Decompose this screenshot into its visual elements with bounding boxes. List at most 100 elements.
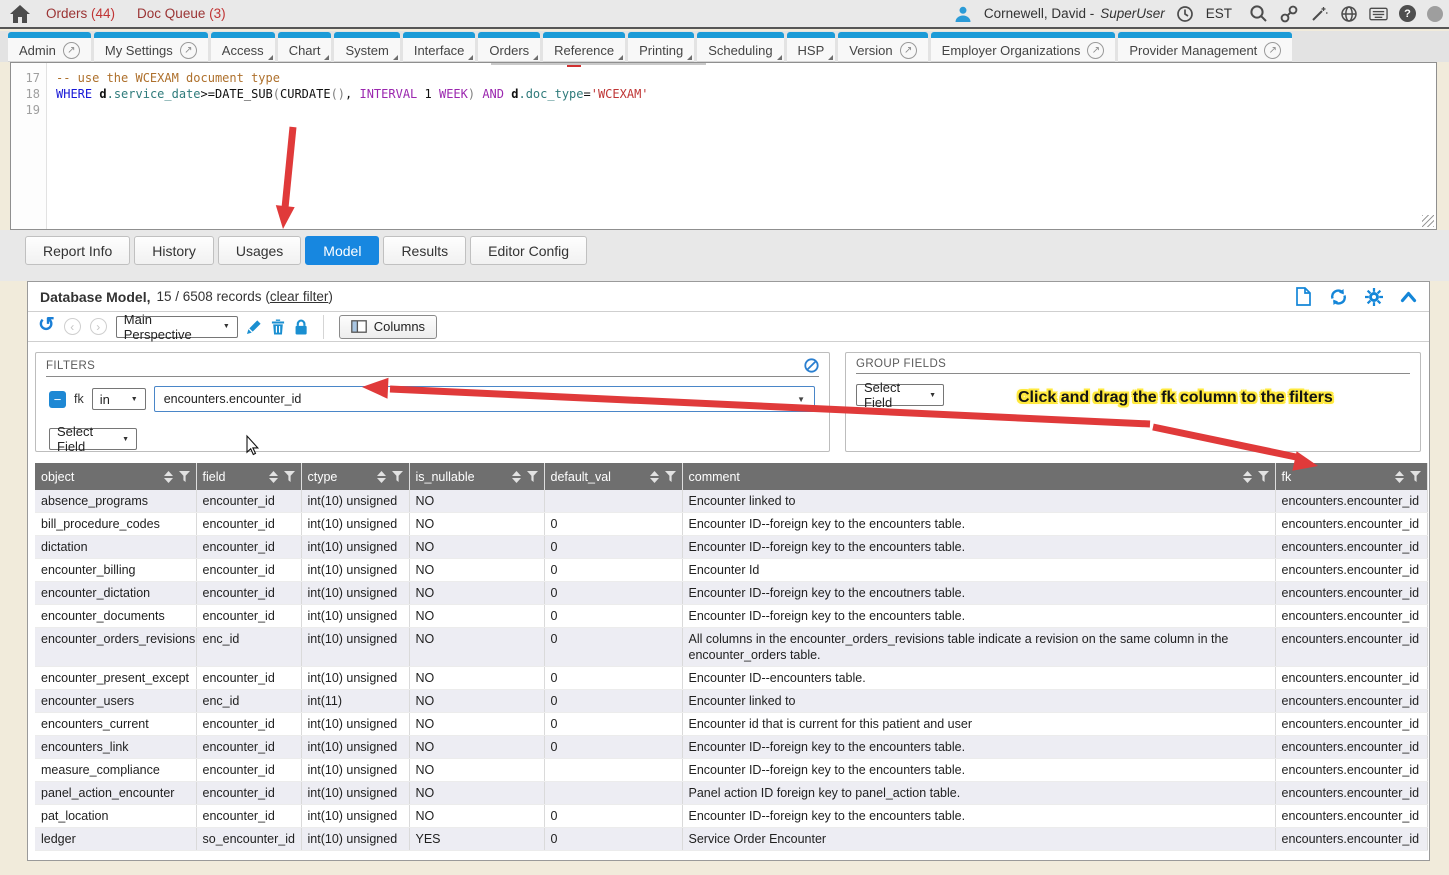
col-header-comment[interactable]: comment [682, 463, 1275, 490]
nav-tab-admin[interactable]: Admin↗ [8, 32, 91, 62]
table-row[interactable]: pat_location encounter_id int(10) unsign… [35, 805, 1427, 828]
table-row[interactable]: encounters_current encounter_id int(10) … [35, 713, 1427, 736]
filter-icon[interactable] [179, 471, 190, 482]
cell-comment: Encounter id that is current for this pa… [682, 713, 1275, 736]
filter-icon[interactable] [392, 471, 403, 482]
sort-icon[interactable] [1243, 471, 1252, 483]
clear-filters-icon[interactable] [804, 358, 819, 373]
nav-tab-reference[interactable]: Reference [543, 32, 625, 62]
refresh-icon[interactable] [1329, 288, 1348, 306]
gear-icon[interactable] [1365, 288, 1383, 306]
editor-resize-handle[interactable] [1422, 215, 1434, 227]
help-icon[interactable]: ? [1399, 5, 1416, 22]
sort-icon[interactable] [650, 471, 659, 483]
lock-icon[interactable] [294, 319, 308, 335]
sort-icon[interactable] [269, 471, 278, 483]
topbar-link-orders[interactable]: Orders (44) [46, 6, 115, 21]
nav-tab-printing[interactable]: Printing [628, 32, 694, 62]
filter-icon[interactable] [1258, 471, 1269, 482]
table-row[interactable]: encounter_dictation encounter_id int(10)… [35, 582, 1427, 605]
external-link-icon[interactable]: ↗ [63, 42, 80, 59]
prev-icon[interactable]: ‹ [64, 318, 81, 335]
cell-default-val: 0 [544, 582, 682, 605]
col-header-is-nullable[interactable]: is_nullable [409, 463, 544, 490]
external-link-icon[interactable]: ↗ [900, 42, 917, 59]
nav-tab-chart[interactable]: Chart [278, 32, 332, 62]
nav-tab-employer-organizations[interactable]: Employer Organizations↗ [931, 32, 1116, 62]
filter-icon[interactable] [284, 471, 295, 482]
perspective-select[interactable]: Main Perspective▼ [116, 316, 238, 338]
sort-icon[interactable] [512, 471, 521, 483]
external-link-icon[interactable]: ↗ [180, 42, 197, 59]
nav-tab-hsp[interactable]: HSP [787, 32, 836, 62]
filter-value-input[interactable]: encounters.encounter_id▼ [154, 386, 815, 412]
user-name[interactable]: Cornewell, David - SuperUser [984, 6, 1165, 21]
cell-fk: encounters.encounter_id [1275, 605, 1427, 628]
col-header-object[interactable]: object [35, 463, 196, 490]
new-document-icon[interactable] [1295, 287, 1312, 306]
tab-usages[interactable]: Usages [218, 236, 301, 265]
table-row[interactable]: absence_programs encounter_id int(10) un… [35, 490, 1427, 513]
nav-tab-version[interactable]: Version↗ [838, 32, 927, 62]
col-header-default-val[interactable]: default_val [544, 463, 682, 490]
table-row[interactable]: encounter_present_except encounter_id in… [35, 667, 1427, 690]
wand-icon[interactable] [1309, 4, 1328, 23]
sort-icon[interactable] [164, 471, 173, 483]
tab-editor-config[interactable]: Editor Config [470, 236, 587, 265]
table-row[interactable]: bill_procedure_codes encounter_id int(10… [35, 513, 1427, 536]
filter-icon[interactable] [1410, 471, 1421, 482]
table-row[interactable]: dictation encounter_id int(10) unsigned … [35, 536, 1427, 559]
next-icon[interactable]: › [90, 318, 107, 335]
table-body: absence_programs encounter_id int(10) un… [35, 490, 1427, 851]
error-underline [567, 65, 581, 67]
filter-icon[interactable] [527, 471, 538, 482]
col-header-ctype[interactable]: ctype [301, 463, 409, 490]
table-row[interactable]: encounter_documents encounter_id int(10)… [35, 605, 1427, 628]
undo-icon[interactable]: ↺ [38, 315, 55, 335]
sort-icon[interactable] [377, 471, 386, 483]
keyboard-icon[interactable] [1369, 4, 1388, 23]
delete-icon[interactable] [271, 319, 285, 335]
external-link-icon[interactable]: ↗ [1087, 42, 1104, 59]
nav-tab-system[interactable]: System [334, 32, 399, 62]
columns-button[interactable]: Columns [339, 315, 437, 339]
nav-tab-my-settings[interactable]: My Settings↗ [94, 32, 208, 62]
clear-filter-link[interactable]: clear filter [270, 289, 329, 304]
home-icon[interactable] [10, 5, 30, 23]
table-row[interactable]: encounter_billing encounter_id int(10) u… [35, 559, 1427, 582]
collapse-icon[interactable] [1400, 291, 1417, 303]
nav-tab-orders[interactable]: Orders [478, 32, 540, 62]
tab-model[interactable]: Model [305, 236, 379, 265]
filter-operator-select[interactable]: in▼ [92, 388, 146, 410]
edit-icon[interactable] [247, 319, 262, 334]
filter-icon[interactable] [665, 471, 676, 482]
col-header-field[interactable]: field [196, 463, 301, 490]
table-row[interactable]: encounter_users enc_id int(11) NO 0 Enco… [35, 690, 1427, 713]
tab-results[interactable]: Results [383, 236, 466, 265]
nav-tab-scheduling[interactable]: Scheduling [697, 32, 783, 62]
remove-filter-button[interactable]: − [49, 391, 66, 408]
nav-tab-interface[interactable]: Interface [403, 32, 476, 62]
table-row[interactable]: panel_action_encounter encounter_id int(… [35, 782, 1427, 805]
sql-editor[interactable]: 17 18 19 -- use the WCEXAM document type… [10, 62, 1437, 230]
nav-tab-access[interactable]: Access [211, 32, 275, 62]
sort-icon[interactable] [1395, 471, 1404, 483]
search-icon[interactable] [1249, 4, 1268, 23]
external-link-icon[interactable]: ↗ [1264, 42, 1281, 59]
tab-report-info[interactable]: Report Info [25, 236, 130, 265]
globe-icon[interactable] [1339, 4, 1358, 23]
link-icon[interactable] [1279, 4, 1298, 23]
code-line-17: -- use the WCEXAM document type [56, 71, 280, 85]
table-row[interactable]: measure_compliance encounter_id int(10) … [35, 759, 1427, 782]
nav-tab-provider-management[interactable]: Provider Management↗ [1118, 32, 1292, 62]
clock-icon[interactable] [1176, 4, 1195, 23]
table-row[interactable]: encounters_link encounter_id int(10) uns… [35, 736, 1427, 759]
columns-icon [351, 320, 367, 333]
group-field-select[interactable]: Select Field▼ [856, 384, 944, 406]
table-row[interactable]: encounter_orders_revisions enc_id int(10… [35, 628, 1427, 667]
col-header-fk[interactable]: fk [1275, 463, 1427, 490]
topbar-link-doc-queue[interactable]: Doc Queue (3) [137, 6, 226, 21]
add-filter-select[interactable]: Select Field▼ [49, 428, 137, 450]
tab-history[interactable]: History [134, 236, 214, 265]
table-row[interactable]: ledger so_encounter_id int(10) unsigned … [35, 828, 1427, 851]
